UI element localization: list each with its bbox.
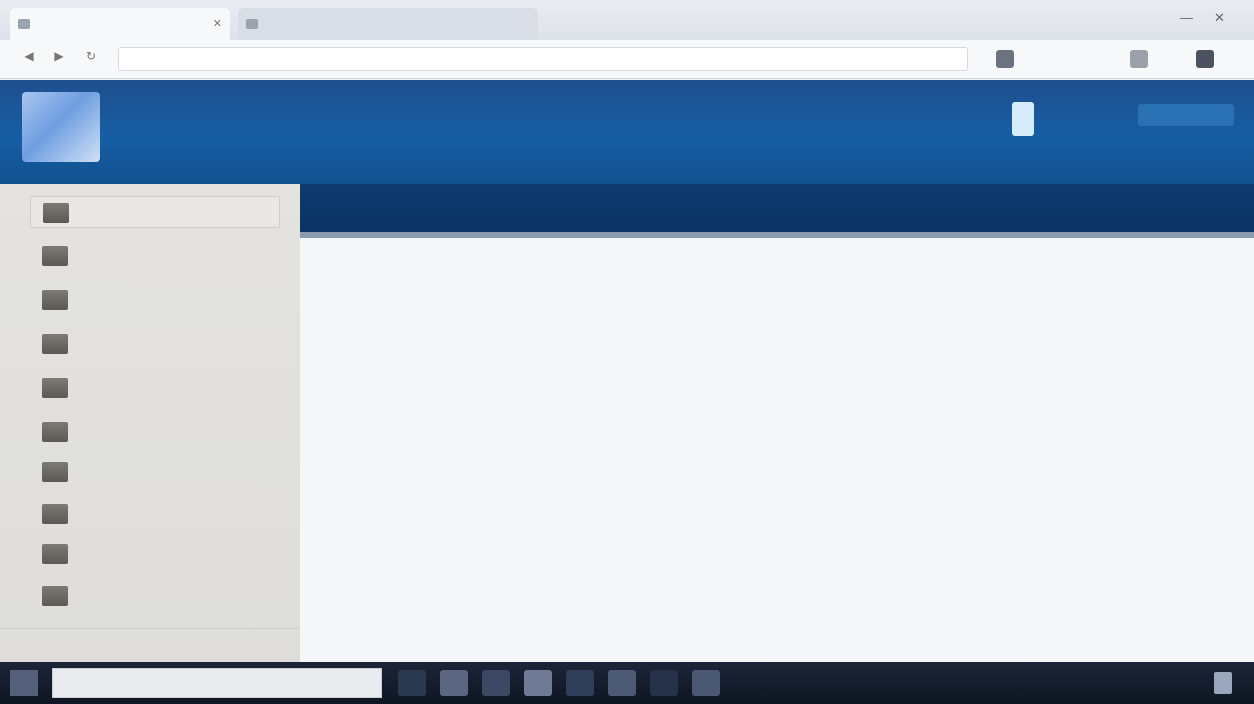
taskbar-app-icon[interactable] [650,670,678,696]
menu-icon[interactable] [1196,50,1214,68]
close-window-icon[interactable]: ✕ [1214,10,1225,26]
notification-icon[interactable] [1214,672,1232,694]
sidebar-item-7[interactable] [30,456,280,488]
sidebar-item-icon [43,203,69,223]
reload-icon[interactable]: ↻ [80,49,102,69]
sidebar-item-icon [42,246,68,266]
help-icon[interactable] [1012,102,1034,136]
taskbar-app-icon[interactable] [524,670,552,696]
tab-close-icon[interactable]: ✕ [213,17,222,30]
sidebar-item-5[interactable] [30,372,280,404]
sidebar-item-6[interactable] [30,416,280,448]
taskbar-app-icon[interactable] [608,670,636,696]
sidebar-item-icon [42,290,68,310]
browser-tab-active[interactable]: ✕ [10,8,230,40]
sidebar-item-icon [42,422,68,442]
sidebar-item-9[interactable] [30,538,280,570]
taskbar-app-icon[interactable] [440,670,468,696]
sidebar-footer [0,628,300,663]
sidebar-item-icon [42,462,68,482]
sidebar-item-8[interactable] [30,498,280,530]
main-content [300,238,1254,662]
tab-favicon-icon [246,19,258,29]
taskbar-app-icon[interactable] [692,670,720,696]
sidebar [0,184,301,662]
sidebar-item-icon [42,378,68,398]
taskbar-app-icon[interactable] [398,670,426,696]
taskbar [0,662,1254,704]
taskbar-app-icon[interactable] [566,670,594,696]
sidebar-item-icon [42,334,68,354]
app-header [0,80,1254,184]
back-icon[interactable]: ◀ [18,49,40,69]
content-header [300,184,1254,238]
tab-favicon-icon [18,19,30,29]
sidebar-item-4[interactable] [30,328,280,360]
taskbar-search-input[interactable] [52,668,382,698]
user-menu-button[interactable] [1138,104,1234,126]
app-logo [22,92,100,162]
windows-start-icon[interactable] [10,670,38,696]
bookmark-icon[interactable] [996,50,1014,68]
taskbar-app-icon[interactable] [482,670,510,696]
browser-tab-inactive[interactable] [238,8,538,40]
sidebar-item-icon [42,544,68,564]
sidebar-item-3[interactable] [30,284,280,316]
sidebar-item-10[interactable] [30,580,280,612]
forward-icon[interactable]: ▶ [48,49,70,69]
sidebar-item-icon [42,586,68,606]
address-input[interactable] [118,47,968,71]
browser-tab-bar: ✕ — ✕ [0,0,1254,40]
sidebar-item-icon [42,504,68,524]
minimize-icon[interactable]: — [1180,10,1193,25]
sidebar-item-2[interactable] [30,240,280,272]
sidebar-item-1[interactable] [30,196,280,228]
browser-toolbar: ◀ ▶ ↻ [0,40,1254,79]
extension-icon[interactable] [1130,50,1148,68]
